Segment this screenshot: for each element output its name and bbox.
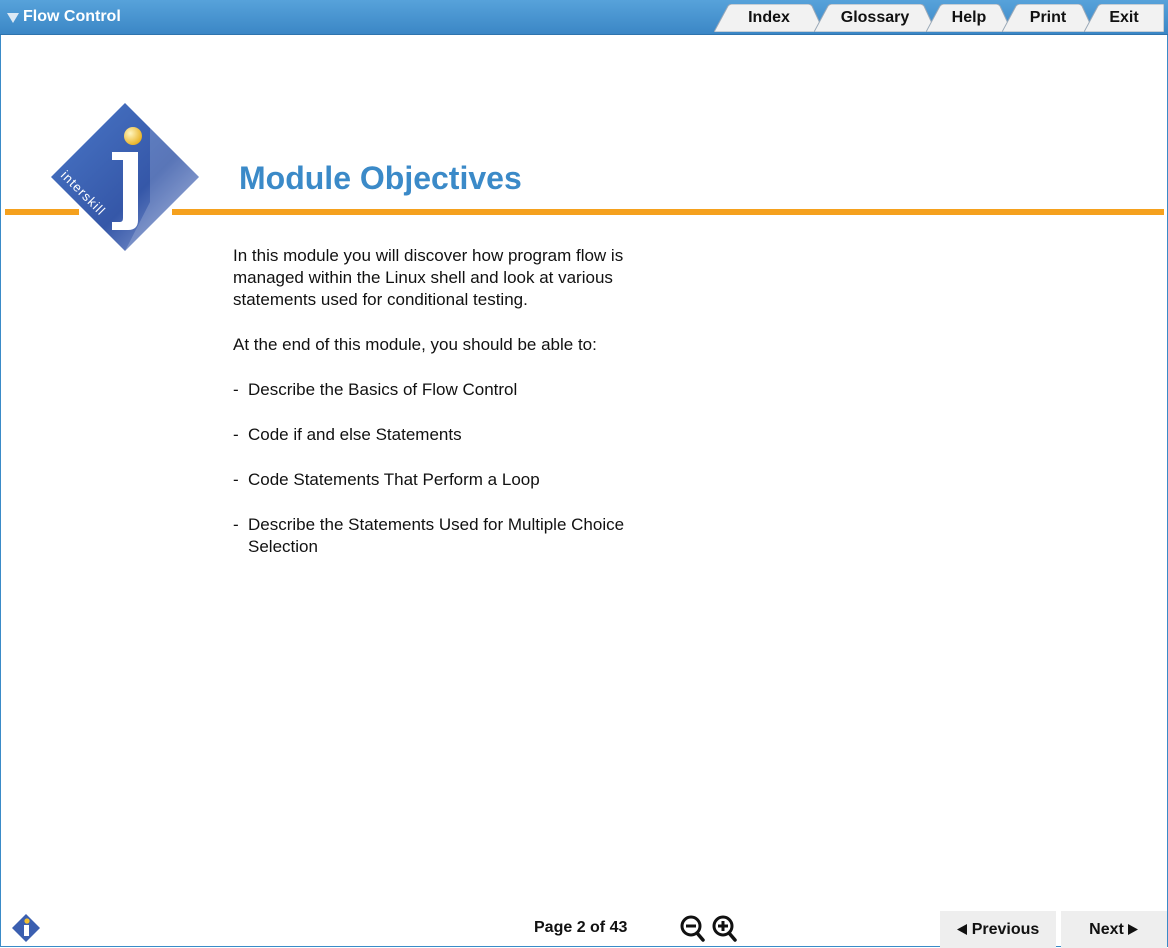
tab-index[interactable]: Index: [714, 4, 824, 32]
module-menu[interactable]: Flow Control: [7, 8, 121, 26]
tab-label: Index: [748, 9, 790, 26]
tab-label: Print: [1029, 9, 1067, 26]
zoom-in-icon[interactable]: [712, 915, 738, 943]
tab-print[interactable]: Print: [1002, 4, 1094, 32]
tab-exit[interactable]: Exit: [1084, 4, 1164, 32]
tab-help[interactable]: Help: [926, 4, 1012, 32]
triangle-down-icon: [7, 12, 19, 23]
triangle-right-icon: [1127, 924, 1138, 935]
previous-button[interactable]: Previous: [940, 911, 1056, 948]
page-content: In this module you will discover how pro…: [233, 245, 693, 581]
module-title: Flow Control: [23, 8, 121, 25]
tab-label: Glossary: [840, 9, 910, 26]
objective-item: - Code if and else Statements: [233, 425, 462, 444]
intro-text: In this module you will discover how pro…: [233, 246, 624, 309]
triangle-left-icon: [956, 924, 967, 935]
objectives-lead: At the end of this module, you should be…: [233, 335, 597, 354]
info-icon[interactable]: [11, 913, 41, 943]
objective-item: - Code Statements That Perform a Loop: [233, 470, 540, 489]
top-tabs: Index Glossary Help Print Exit: [714, 4, 1164, 34]
objective-text: Code Statements That Perform a Loop: [248, 470, 540, 489]
page-indicator: Page 2 of 43: [534, 919, 628, 936]
previous-label: Previous: [971, 920, 1040, 938]
page-title: Module Objectives: [239, 160, 522, 196]
objective-text: Describe the Statements Used for Multipl…: [248, 515, 625, 556]
next-label: Next: [1089, 920, 1124, 938]
top-bar: Flow Control Index Glossary Help Print E…: [0, 0, 1168, 35]
objective-text: Describe the Basics of Flow Control: [248, 380, 518, 399]
next-button[interactable]: Next: [1061, 911, 1167, 948]
tab-label: Help: [951, 9, 987, 26]
objective-item: - Describe the Statements Used for Multip…: [233, 514, 693, 558]
header-rule-right: [172, 209, 1164, 215]
interskill-logo: interskill: [51, 103, 199, 251]
tab-label: Exit: [1109, 9, 1139, 26]
tab-glossary[interactable]: Glossary: [814, 4, 936, 32]
zoom-out-icon[interactable]: [680, 915, 706, 943]
objective-text: Code if and else Statements: [248, 425, 462, 444]
objective-item: - Describe the Basics of Flow Control: [233, 380, 518, 399]
